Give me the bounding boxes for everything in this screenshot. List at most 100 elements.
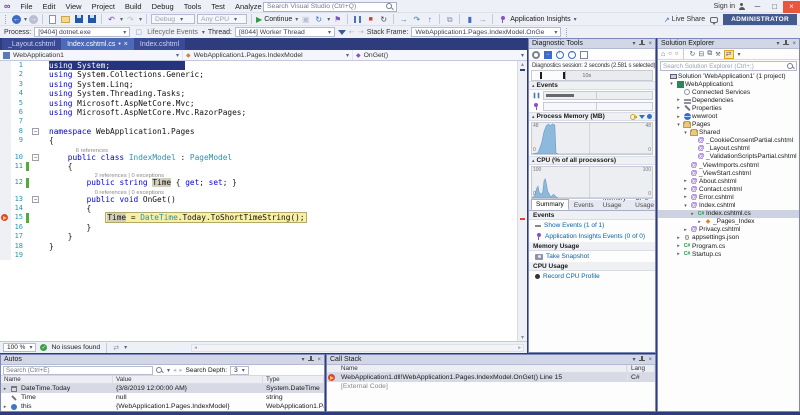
continue-icon[interactable]: ▶ xyxy=(256,15,262,24)
open-file-icon[interactable] xyxy=(61,16,70,23)
filter-icon[interactable] xyxy=(639,115,645,119)
expander-icon[interactable]: ▸ xyxy=(675,235,682,241)
autos-search-input[interactable] xyxy=(3,366,153,375)
cpu-chart[interactable]: 100 0 100 0 xyxy=(531,166,653,199)
close-button[interactable]: × xyxy=(783,1,800,13)
autos-row[interactable]: Time null string xyxy=(1,393,324,402)
expander-icon[interactable]: ▸ xyxy=(689,211,696,217)
tab-index-cshtml[interactable]: Index.cshtml xyxy=(134,38,185,50)
fold-icon[interactable]: − xyxy=(32,128,39,135)
sync-with-active-document-icon[interactable]: ⇄ xyxy=(724,50,734,59)
continue-button[interactable]: Continue xyxy=(264,16,292,23)
close-panel-icon[interactable]: × xyxy=(648,41,652,47)
live-share-button[interactable]: ↗ Live Share xyxy=(664,16,705,24)
tree-item[interactable]: ▾WebApplication1 xyxy=(658,80,799,88)
column-lang[interactable]: Lang xyxy=(627,365,655,372)
snapshot-key-icon[interactable] xyxy=(630,113,637,120)
code-line[interactable]: 13− public void OnGet() xyxy=(0,195,517,204)
application-insights-button[interactable]: Application Insights xyxy=(510,16,570,23)
code-line[interactable]: 1using System; xyxy=(0,61,517,70)
save-icon[interactable] xyxy=(75,15,83,23)
hot-reload-icon[interactable]: ↻ xyxy=(313,14,324,25)
new-file-icon[interactable] xyxy=(49,15,56,24)
toolbar-grip[interactable] xyxy=(5,15,8,24)
diagnostic-tools-header[interactable]: Diagnostic Tools ▾ × xyxy=(529,39,655,49)
scroll-up-icon[interactable]: ▴ xyxy=(518,61,527,68)
pin-icon[interactable] xyxy=(782,40,789,47)
tree-item[interactable]: ▾Pages xyxy=(658,121,799,129)
minimize-button[interactable]: ─ xyxy=(749,1,766,13)
codelens-row[interactable]: 6 references xyxy=(0,146,517,153)
tree-item[interactable]: ▸wwwroot xyxy=(658,112,799,120)
tree-item[interactable]: @_Layout.cshtml xyxy=(658,145,799,153)
code-line[interactable]: 8−namespace WebApplication1.Pages xyxy=(0,127,517,136)
code-line[interactable]: 5using Microsoft.AspNetCore.Mvc; xyxy=(0,99,517,108)
search-depth-dropdown[interactable]: 3▾ xyxy=(230,366,249,375)
expander-icon[interactable]: ▾ xyxy=(675,122,682,128)
menu-analyze[interactable]: Analyze xyxy=(230,2,267,11)
timeline-selection[interactable] xyxy=(532,71,566,80)
back-icon[interactable]: ○ xyxy=(668,51,672,57)
expander-icon[interactable]: ▸ xyxy=(682,194,689,200)
memory-section-header[interactable]: ▴Process Memory (MB) xyxy=(529,112,655,121)
solution-configuration-dropdown[interactable]: Debug▾ xyxy=(151,14,195,24)
cpu-section-header[interactable]: ▴CPU (% of all processors) xyxy=(529,156,655,165)
expander-icon[interactable]: ▾ xyxy=(682,130,689,136)
lifecycle-events-dropdown[interactable]: Lifecycle Events xyxy=(147,29,198,36)
close-panel-icon[interactable]: × xyxy=(792,41,796,47)
vertical-scrollbar[interactable]: ▴ ▾ xyxy=(517,61,527,341)
code-line[interactable]: 7 xyxy=(0,117,517,126)
app-insights-events-link[interactable]: Application Insights Events (0 of 0) xyxy=(529,231,655,242)
menu-edit[interactable]: Edit xyxy=(38,2,61,11)
autos-row[interactable]: ▸ DateTime.Today {3/8/2019 12:00:00 AM} … xyxy=(1,384,324,393)
column-type[interactable]: Type xyxy=(263,376,324,383)
tree-item[interactable]: ▸C#Index.cshtml.cs xyxy=(658,210,799,218)
filter-threads-icon[interactable] xyxy=(338,30,346,35)
sign-in-button[interactable]: Sign in xyxy=(714,3,745,10)
show-all-files-icon[interactable]: ⧉ xyxy=(707,50,712,58)
member-dropdown[interactable]: ◆ OnGet()▾ xyxy=(353,50,527,60)
stack-frame-dropdown[interactable]: WebApplication1.Pages.IndexModel.OnGe▾ xyxy=(411,27,561,37)
maximize-button[interactable]: □ xyxy=(766,1,783,13)
close-panel-icon[interactable]: × xyxy=(317,357,321,363)
tree-item[interactable]: ▾Shared xyxy=(658,129,799,137)
record-cpu-link[interactable]: Record CPU Profile xyxy=(529,271,655,282)
tree-item[interactable]: Connected Services xyxy=(658,88,799,96)
code-line[interactable]: 18} xyxy=(0,242,517,251)
stop-debugging-icon[interactable]: ■ xyxy=(365,14,376,25)
expander-icon[interactable]: ▸ xyxy=(675,251,682,257)
refresh-icon[interactable]: ↻ xyxy=(689,50,695,58)
forward-icon[interactable]: ○ xyxy=(675,51,679,57)
expander-icon[interactable]: ▸ xyxy=(675,243,682,249)
code-line[interactable]: 4using System.Threading.Tasks; xyxy=(0,89,517,98)
navigate-forward-icon[interactable]: → xyxy=(29,15,38,24)
scroll-down-icon[interactable]: ▾ xyxy=(518,334,527,341)
menu-debug[interactable]: Debug xyxy=(147,2,179,11)
administrator-badge[interactable]: ADMINISTRATOR xyxy=(723,14,797,25)
zoom-out-icon[interactable] xyxy=(568,51,576,59)
pin-icon[interactable] xyxy=(307,356,314,363)
menu-project[interactable]: Project xyxy=(87,2,120,11)
reset-view-icon[interactable] xyxy=(580,51,588,59)
pin-icon[interactable] xyxy=(638,356,645,363)
tree-item[interactable]: ▸◆_Pages_Index xyxy=(658,218,799,226)
process-dropdown[interactable]: [9404] dotnet.exe▾ xyxy=(34,27,130,37)
tree-item[interactable]: ▾@Index.cshtml xyxy=(658,202,799,210)
code-line[interactable]: 17 } xyxy=(0,232,517,241)
project-dropdown[interactable]: WebApplication1▾ xyxy=(0,50,183,60)
menu-file[interactable]: File xyxy=(15,2,37,11)
tree-item[interactable]: ▸C#Program.cs xyxy=(658,242,799,250)
tree-item[interactable]: ▸@Privacy.cshtml xyxy=(658,226,799,234)
show-events-link[interactable]: Show Events (1 of 1) xyxy=(529,220,655,231)
tab-index-cshtml-cs[interactable]: Index.cshtml.cs • × xyxy=(61,38,134,50)
code-line[interactable]: 10− public class IndexModel : PageModel xyxy=(0,153,517,162)
save-all-icon[interactable] xyxy=(88,15,96,23)
breakpoint-icon[interactable] xyxy=(1,214,8,221)
timeline-ruler[interactable]: 10s xyxy=(531,70,653,81)
autos-row[interactable]: ▸ this {WebApplication1.Pages.IndexModel… xyxy=(1,402,324,411)
thread-dropdown[interactable]: [8044] Worker Thread▾ xyxy=(235,27,335,37)
tree-item[interactable]: Solution 'WebApplication1' (1 project) xyxy=(658,72,799,80)
column-name[interactable]: Name xyxy=(338,365,627,372)
window-menu-icon[interactable]: ▾ xyxy=(632,356,635,363)
tree-item[interactable]: @_ViewStart.cshtml xyxy=(658,169,799,177)
